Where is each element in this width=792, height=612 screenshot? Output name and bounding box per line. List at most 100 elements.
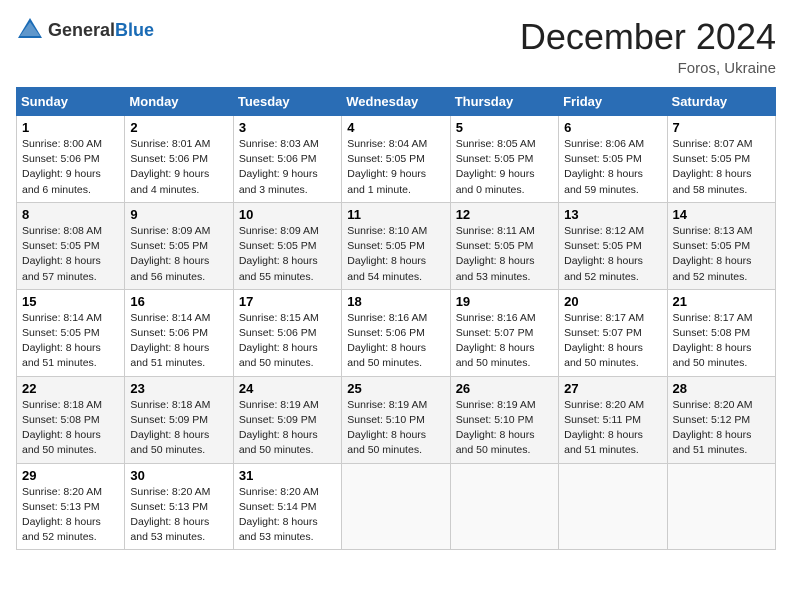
calendar-cell: 15 Sunrise: 8:14 AM Sunset: 5:05 PM Dayli… (17, 289, 125, 376)
day-info: Sunrise: 8:16 AM Sunset: 5:07 PM Dayligh… (456, 311, 553, 372)
day-info: Sunrise: 8:19 AM Sunset: 5:09 PM Dayligh… (239, 398, 336, 459)
day-number: 25 (347, 381, 444, 396)
calendar-cell: 5 Sunrise: 8:05 AM Sunset: 5:05 PM Daylig… (450, 116, 558, 203)
logo-blue-text: Blue (115, 20, 154, 40)
day-info: Sunrise: 8:16 AM Sunset: 5:06 PM Dayligh… (347, 311, 444, 372)
calendar-cell: 17 Sunrise: 8:15 AM Sunset: 5:06 PM Dayli… (233, 289, 341, 376)
weekday-header: Sunday (17, 88, 125, 116)
day-info: Sunrise: 8:05 AM Sunset: 5:05 PM Dayligh… (456, 137, 553, 198)
day-number: 31 (239, 468, 336, 483)
day-info: Sunrise: 8:18 AM Sunset: 5:08 PM Dayligh… (22, 398, 119, 459)
calendar-cell: 28Sunrise: 8:20 AM Sunset: 5:12 PM Dayli… (667, 376, 775, 463)
day-number: 11 (347, 207, 444, 222)
day-info: Sunrise: 8:12 AM Sunset: 5:05 PM Dayligh… (564, 224, 661, 285)
calendar-row: 29 Sunrise: 8:20 AM Sunset: 5:13 PM Dayli… (17, 463, 776, 550)
day-info: Sunrise: 8:13 AM Sunset: 5:05 PM Dayligh… (673, 224, 770, 285)
day-info: Sunrise: 8:03 AM Sunset: 5:06 PM Dayligh… (239, 137, 336, 198)
day-info: Sunrise: 8:15 AM Sunset: 5:06 PM Dayligh… (239, 311, 336, 372)
day-number: 22 (22, 381, 119, 396)
day-info: Sunrise: 8:18 AM Sunset: 5:09 PM Dayligh… (130, 398, 227, 459)
calendar-cell: 10 Sunrise: 8:09 AM Sunset: 5:05 PM Dayli… (233, 202, 341, 289)
day-number: 13 (564, 207, 661, 222)
calendar-cell: 31 Sunrise: 8:20 AM Sunset: 5:14 PM Dayli… (233, 463, 341, 550)
calendar-row: 15 Sunrise: 8:14 AM Sunset: 5:05 PM Dayli… (17, 289, 776, 376)
day-info: Sunrise: 8:07 AM Sunset: 5:05 PM Dayligh… (673, 137, 770, 198)
day-number: 17 (239, 294, 336, 309)
calendar-cell (667, 463, 775, 550)
day-info: Sunrise: 8:00 AM Sunset: 5:06 PM Dayligh… (22, 137, 119, 198)
calendar-cell: 24Sunrise: 8:19 AM Sunset: 5:09 PM Dayli… (233, 376, 341, 463)
day-info: Sunrise: 8:01 AM Sunset: 5:06 PM Dayligh… (130, 137, 227, 198)
title-block: December 2024 Foros, Ukraine (520, 16, 776, 77)
weekday-header: Tuesday (233, 88, 341, 116)
day-info: Sunrise: 8:08 AM Sunset: 5:05 PM Dayligh… (22, 224, 119, 285)
day-number: 15 (22, 294, 119, 309)
day-number: 29 (22, 468, 119, 483)
day-info: Sunrise: 8:20 AM Sunset: 5:11 PM Dayligh… (564, 398, 661, 459)
calendar-cell: 23 Sunrise: 8:18 AM Sunset: 5:09 PM Dayli… (125, 376, 233, 463)
calendar-cell: 26Sunrise: 8:19 AM Sunset: 5:10 PM Dayli… (450, 376, 558, 463)
logo-general-text: General (48, 20, 115, 40)
calendar-header-row: SundayMondayTuesdayWednesdayThursdayFrid… (17, 88, 776, 116)
calendar-cell: 29 Sunrise: 8:20 AM Sunset: 5:13 PM Dayli… (17, 463, 125, 550)
day-number: 18 (347, 294, 444, 309)
day-info: Sunrise: 8:20 AM Sunset: 5:13 PM Dayligh… (130, 485, 227, 546)
day-info: Sunrise: 8:14 AM Sunset: 5:06 PM Dayligh… (130, 311, 227, 372)
day-number: 16 (130, 294, 227, 309)
calendar-cell: 11 Sunrise: 8:10 AM Sunset: 5:05 PM Dayli… (342, 202, 450, 289)
day-info: Sunrise: 8:20 AM Sunset: 5:14 PM Dayligh… (239, 485, 336, 546)
day-info: Sunrise: 8:10 AM Sunset: 5:05 PM Dayligh… (347, 224, 444, 285)
day-number: 21 (673, 294, 770, 309)
day-number: 8 (22, 207, 119, 222)
calendar-cell: 4 Sunrise: 8:04 AM Sunset: 5:05 PM Daylig… (342, 116, 450, 203)
calendar-cell: 19Sunrise: 8:16 AM Sunset: 5:07 PM Dayli… (450, 289, 558, 376)
calendar-cell: 16 Sunrise: 8:14 AM Sunset: 5:06 PM Dayli… (125, 289, 233, 376)
day-number: 7 (673, 120, 770, 135)
day-number: 10 (239, 207, 336, 222)
calendar-cell: 1 Sunrise: 8:00 AM Sunset: 5:06 PM Daylig… (17, 116, 125, 203)
day-number: 9 (130, 207, 227, 222)
day-info: Sunrise: 8:09 AM Sunset: 5:05 PM Dayligh… (130, 224, 227, 285)
weekday-header: Friday (559, 88, 667, 116)
day-info: Sunrise: 8:11 AM Sunset: 5:05 PM Dayligh… (456, 224, 553, 285)
calendar-cell: 6Sunrise: 8:06 AM Sunset: 5:05 PM Daylig… (559, 116, 667, 203)
calendar-cell: 3 Sunrise: 8:03 AM Sunset: 5:06 PM Daylig… (233, 116, 341, 203)
day-number: 2 (130, 120, 227, 135)
calendar-cell: 14Sunrise: 8:13 AM Sunset: 5:05 PM Dayli… (667, 202, 775, 289)
weekday-header: Wednesday (342, 88, 450, 116)
day-info: Sunrise: 8:17 AM Sunset: 5:08 PM Dayligh… (673, 311, 770, 372)
day-info: Sunrise: 8:09 AM Sunset: 5:05 PM Dayligh… (239, 224, 336, 285)
calendar-cell (342, 463, 450, 550)
day-info: Sunrise: 8:20 AM Sunset: 5:13 PM Dayligh… (22, 485, 119, 546)
day-info: Sunrise: 8:14 AM Sunset: 5:05 PM Dayligh… (22, 311, 119, 372)
calendar-cell (450, 463, 558, 550)
weekday-header: Monday (125, 88, 233, 116)
calendar-cell (559, 463, 667, 550)
day-number: 4 (347, 120, 444, 135)
day-number: 1 (22, 120, 119, 135)
day-number: 5 (456, 120, 553, 135)
location-text: Foros, Ukraine (520, 60, 776, 77)
calendar-cell: 2 Sunrise: 8:01 AM Sunset: 5:06 PM Daylig… (125, 116, 233, 203)
day-number: 30 (130, 468, 227, 483)
day-number: 26 (456, 381, 553, 396)
day-info: Sunrise: 8:04 AM Sunset: 5:05 PM Dayligh… (347, 137, 444, 198)
day-number: 12 (456, 207, 553, 222)
calendar-cell: 27 Sunrise: 8:20 AM Sunset: 5:11 PM Dayli… (559, 376, 667, 463)
day-number: 27 (564, 381, 661, 396)
calendar-cell: 9 Sunrise: 8:09 AM Sunset: 5:05 PM Daylig… (125, 202, 233, 289)
calendar-cell: 18 Sunrise: 8:16 AM Sunset: 5:06 PM Dayli… (342, 289, 450, 376)
day-number: 6 (564, 120, 661, 135)
day-number: 3 (239, 120, 336, 135)
calendar-row: 8 Sunrise: 8:08 AM Sunset: 5:05 PM Daylig… (17, 202, 776, 289)
day-info: Sunrise: 8:17 AM Sunset: 5:07 PM Dayligh… (564, 311, 661, 372)
calendar-cell: 25 Sunrise: 8:19 AM Sunset: 5:10 PM Dayli… (342, 376, 450, 463)
day-number: 23 (130, 381, 227, 396)
day-number: 20 (564, 294, 661, 309)
day-info: Sunrise: 8:19 AM Sunset: 5:10 PM Dayligh… (347, 398, 444, 459)
calendar-cell: 20 Sunrise: 8:17 AM Sunset: 5:07 PM Dayli… (559, 289, 667, 376)
calendar-cell: 8 Sunrise: 8:08 AM Sunset: 5:05 PM Daylig… (17, 202, 125, 289)
page-header: GeneralBlue December 2024 Foros, Ukraine (16, 16, 776, 77)
calendar-cell: 12 Sunrise: 8:11 AM Sunset: 5:05 PM Dayli… (450, 202, 558, 289)
calendar-row: 22 Sunrise: 8:18 AM Sunset: 5:08 PM Dayli… (17, 376, 776, 463)
